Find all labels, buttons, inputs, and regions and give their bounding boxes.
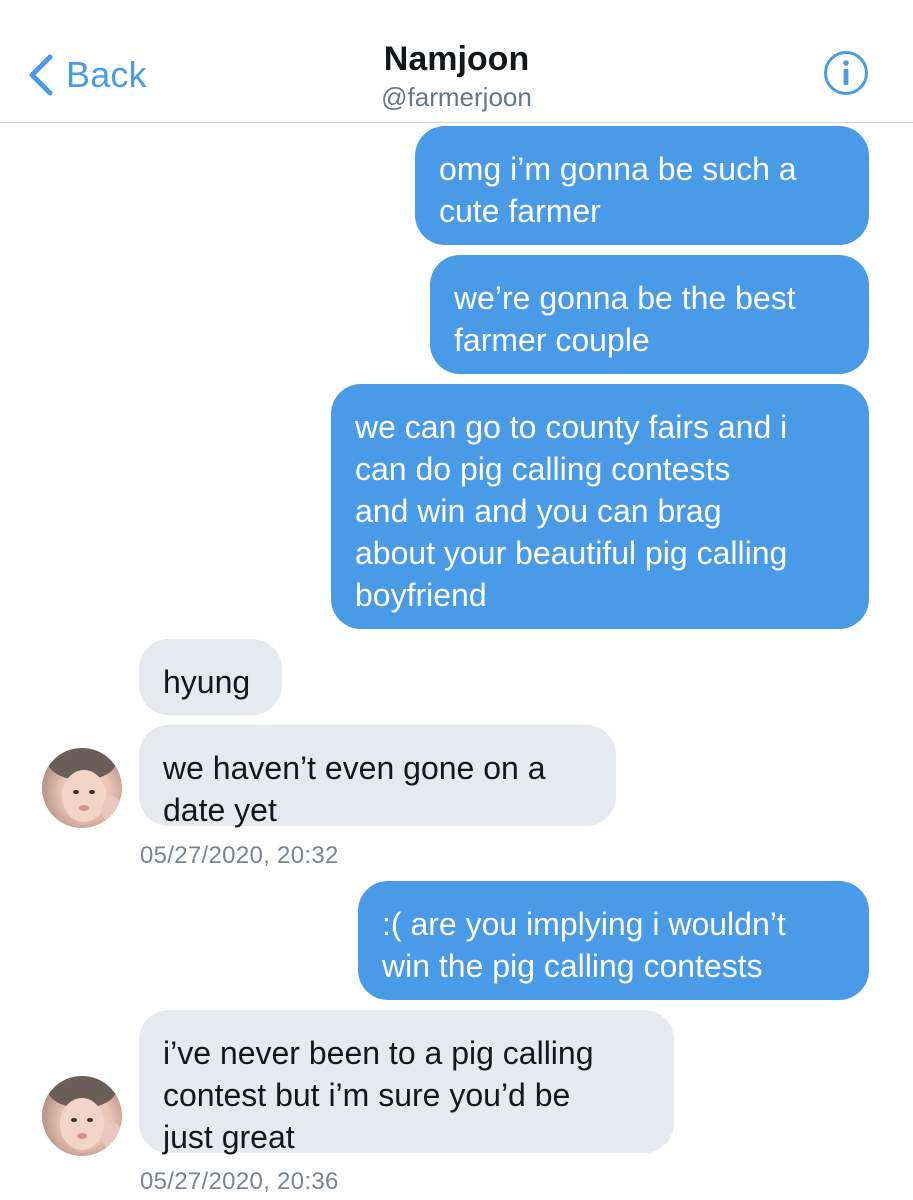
contact-handle: @farmerjoon bbox=[381, 82, 532, 112]
info-button[interactable] bbox=[823, 50, 869, 96]
avatar-image bbox=[48, 1076, 122, 1150]
message-bubble-incoming[interactable]: hyung bbox=[139, 639, 282, 715]
message-bubble-outgoing[interactable]: :( are you implying i wouldn’t win the p… bbox=[358, 881, 869, 1000]
message-bubble-incoming[interactable]: i’ve never been to a pig calling contest… bbox=[139, 1010, 674, 1155]
message-timestamp: 05/27/2020, 20:32 bbox=[140, 842, 339, 869]
message-bubble-outgoing[interactable]: we can go to county fairs and i can do p… bbox=[331, 384, 869, 629]
avatar-image bbox=[48, 748, 122, 824]
message-bubble-outgoing[interactable]: we’re gonna be the best farmer couple bbox=[430, 255, 869, 374]
info-icon bbox=[824, 51, 868, 95]
conversation-header: Back Namjoon @farmerjoon bbox=[0, 0, 913, 123]
message-timestamp: 05/27/2020, 20:36 bbox=[140, 1168, 339, 1195]
avatar[interactable] bbox=[42, 748, 122, 828]
message-bubble-outgoing[interactable]: omg i’m gonna be such a cute farmer bbox=[415, 126, 869, 245]
message-bubble-incoming[interactable]: we haven’t even gone on a date yet bbox=[139, 725, 616, 828]
avatar[interactable] bbox=[42, 1076, 122, 1156]
contact-name: Namjoon bbox=[383, 40, 530, 78]
